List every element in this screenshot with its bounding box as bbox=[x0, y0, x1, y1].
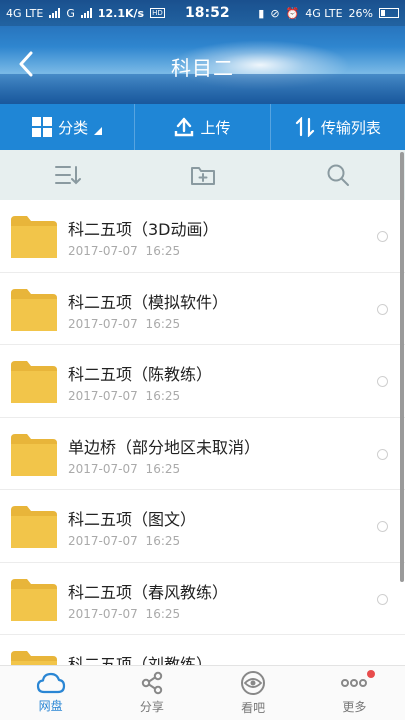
share-icon bbox=[141, 671, 163, 695]
upload-icon bbox=[175, 117, 194, 137]
new-folder-button[interactable] bbox=[135, 150, 270, 200]
list-item[interactable]: 科二五项（模拟软件） 2017-07-07 16:25 bbox=[0, 273, 405, 345]
folder-icon bbox=[11, 578, 57, 621]
file-name: 单边桥（部分地区未取消） bbox=[68, 437, 261, 457]
bottom-nav: 网盘 分享 看吧 更多 bbox=[0, 665, 405, 720]
file-date: 2017-07-07 16:25 bbox=[68, 389, 181, 403]
toolbar: 分类 上传 传输列表 bbox=[0, 104, 405, 150]
mute-icon: ⊘ bbox=[270, 6, 280, 20]
file-date: 2017-07-07 16:25 bbox=[68, 534, 181, 548]
top-bar: 科目二 bbox=[0, 26, 405, 104]
list-item[interactable]: 科二五项（春风教练） 2017-07-07 16:25 bbox=[0, 563, 405, 635]
dropdown-corner-icon bbox=[94, 127, 103, 135]
nav-item-watch[interactable]: 看吧 bbox=[203, 666, 304, 720]
network-left-label: 4G LTE bbox=[6, 6, 44, 20]
nav-label: 分享 bbox=[139, 700, 164, 714]
select-radio[interactable] bbox=[377, 376, 388, 387]
nav-label: 更多 bbox=[342, 700, 367, 714]
network-speed: 12.1K/s bbox=[97, 6, 145, 20]
network-right-label: 4G LTE bbox=[305, 6, 343, 20]
file-date: 2017-07-07 16:25 bbox=[68, 316, 181, 331]
file-date: 2017-07-07 16:25 bbox=[68, 606, 181, 621]
list-item[interactable]: 科二五项（陈教练） 2017-07-07 16:25 bbox=[0, 345, 405, 418]
search-icon bbox=[327, 164, 349, 186]
hd-badge: HD bbox=[150, 8, 165, 18]
grid-icon bbox=[32, 117, 53, 137]
list-item[interactable]: 科二五项（刘教练） bbox=[0, 635, 405, 665]
select-radio[interactable] bbox=[377, 231, 388, 242]
cloud-icon bbox=[36, 672, 65, 694]
search-button[interactable] bbox=[270, 150, 405, 200]
nav-item-cloud-disk[interactable]: 网盘 bbox=[0, 666, 101, 720]
folder-add-icon bbox=[190, 167, 215, 185]
file-list: 科二五项（3D动画） 2017-07-07 16:25 科二五项（模拟软件） 2… bbox=[0, 200, 405, 665]
list-item[interactable]: 单边桥（部分地区未取消） 2017-07-07 16:25 bbox=[0, 418, 405, 490]
eye-icon bbox=[241, 671, 266, 695]
nav-item-share[interactable]: 分享 bbox=[101, 666, 202, 720]
page-title: 科目二 bbox=[171, 56, 234, 80]
sort-icon bbox=[54, 166, 81, 185]
select-radio[interactable] bbox=[377, 593, 388, 605]
nav-label: 看吧 bbox=[241, 701, 266, 715]
select-radio[interactable] bbox=[377, 303, 388, 315]
folder-icon bbox=[11, 506, 57, 548]
select-radio[interactable] bbox=[377, 448, 388, 460]
list-item[interactable]: 科二五项（图文） 2017-07-07 16:25 bbox=[0, 490, 405, 563]
transfer-list-label: 传输列表 bbox=[320, 118, 381, 137]
file-name: 科二五项（陈教练） bbox=[68, 365, 213, 384]
list-item[interactable]: 科二五项（3D动画） 2017-07-07 16:25 bbox=[0, 200, 405, 273]
status-bar: 4G LTE G 12.1K/s HD 18:52 ▮ ⊘ ⏰ 4G LTE 2… bbox=[0, 0, 405, 26]
notification-badge bbox=[366, 670, 375, 678]
alarm-icon: ⏰ bbox=[285, 6, 300, 20]
more-icon bbox=[341, 679, 368, 687]
transfer-list-button[interactable]: 传输列表 bbox=[269, 104, 405, 150]
category-button[interactable]: 分类 bbox=[0, 104, 134, 150]
transfer-icon bbox=[295, 117, 314, 137]
file-date: 2017-07-07 16:25 bbox=[68, 244, 181, 258]
status-time: 18:52 bbox=[185, 5, 230, 21]
file-name: 科二五项（春风教练） bbox=[68, 582, 229, 602]
file-name: 科二五项（模拟软件） bbox=[68, 292, 229, 312]
folder-icon bbox=[11, 651, 57, 665]
sort-button[interactable] bbox=[0, 150, 135, 200]
battery-icon bbox=[379, 8, 399, 18]
folder-icon bbox=[11, 361, 57, 403]
folder-icon bbox=[11, 216, 57, 258]
upload-label: 上传 bbox=[200, 118, 231, 137]
action-bar bbox=[0, 150, 405, 200]
folder-icon bbox=[11, 288, 57, 331]
file-name: 科二五项（3D动画） bbox=[68, 220, 219, 239]
notification-icon: ▮ bbox=[258, 6, 265, 20]
file-name: 科二五项（刘教练） bbox=[68, 655, 213, 665]
signal-icon bbox=[49, 8, 61, 18]
folder-icon bbox=[11, 433, 57, 476]
signal-icon-2 bbox=[80, 8, 92, 18]
file-date: 2017-07-07 16:25 bbox=[68, 461, 181, 476]
nav-item-more[interactable]: 更多 bbox=[304, 666, 405, 720]
scrollbar[interactable] bbox=[400, 152, 404, 582]
network-mid-label: G bbox=[66, 6, 75, 20]
upload-button[interactable]: 上传 bbox=[134, 104, 269, 150]
nav-label: 网盘 bbox=[38, 699, 63, 713]
battery-percent: 26% bbox=[348, 6, 373, 20]
select-radio[interactable] bbox=[377, 521, 388, 532]
file-name: 科二五项（图文） bbox=[68, 510, 197, 529]
category-label: 分类 bbox=[58, 118, 89, 137]
